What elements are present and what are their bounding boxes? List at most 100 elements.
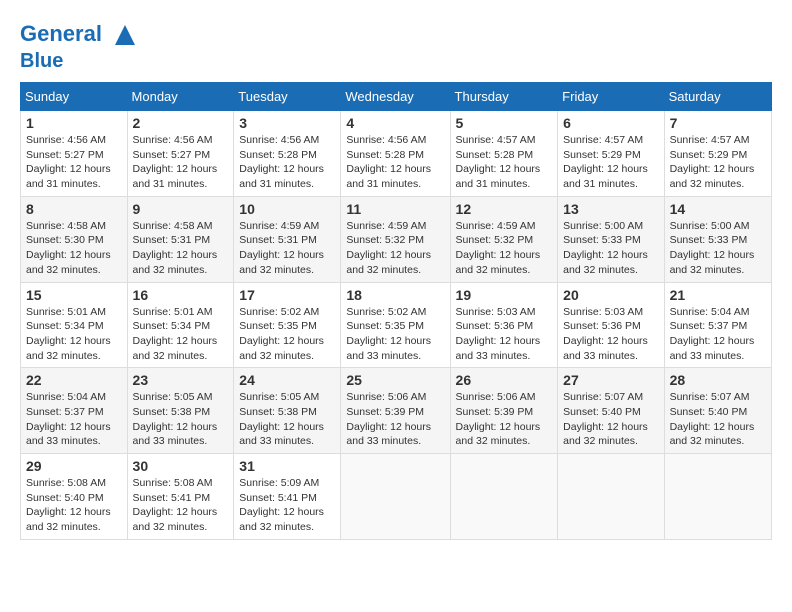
day-number: 24 (239, 372, 335, 388)
day-number: 3 (239, 115, 335, 131)
day-info: Sunrise: 5:07 AM Sunset: 5:40 PM Dayligh… (563, 390, 658, 449)
weekday-header-monday: Monday (127, 83, 234, 111)
calendar-cell: 23 Sunrise: 5:05 AM Sunset: 5:38 PM Dayli… (127, 368, 234, 454)
day-number: 5 (456, 115, 553, 131)
day-info: Sunrise: 5:09 AM Sunset: 5:41 PM Dayligh… (239, 476, 335, 535)
calendar-week-4: 22 Sunrise: 5:04 AM Sunset: 5:37 PM Dayli… (21, 368, 772, 454)
calendar-week-1: 1 Sunrise: 4:56 AM Sunset: 5:27 PM Daylig… (21, 111, 772, 197)
day-info: Sunrise: 4:57 AM Sunset: 5:29 PM Dayligh… (563, 133, 658, 192)
day-number: 4 (346, 115, 444, 131)
day-info: Sunrise: 5:01 AM Sunset: 5:34 PM Dayligh… (133, 305, 229, 364)
calendar-cell: 18 Sunrise: 5:02 AM Sunset: 5:35 PM Dayli… (341, 282, 450, 368)
calendar-cell: 24 Sunrise: 5:05 AM Sunset: 5:38 PM Dayli… (234, 368, 341, 454)
calendar-week-3: 15Sunrise: 5:01 AM Sunset: 5:34 PM Dayli… (21, 282, 772, 368)
day-info: Sunrise: 5:00 AM Sunset: 5:33 PM Dayligh… (670, 219, 766, 278)
logo-text: General (20, 20, 140, 50)
weekday-header-sunday: Sunday (21, 83, 128, 111)
calendar-cell: 19Sunrise: 5:03 AM Sunset: 5:36 PM Dayli… (450, 282, 558, 368)
calendar-cell (341, 454, 450, 540)
day-number: 8 (26, 201, 122, 217)
day-info: Sunrise: 4:56 AM Sunset: 5:27 PM Dayligh… (26, 133, 122, 192)
day-number: 23 (133, 372, 229, 388)
day-number: 28 (670, 372, 766, 388)
calendar-cell: 30Sunrise: 5:08 AM Sunset: 5:41 PM Dayli… (127, 454, 234, 540)
calendar-table: SundayMondayTuesdayWednesdayThursdayFrid… (20, 82, 772, 540)
calendar-cell: 15Sunrise: 5:01 AM Sunset: 5:34 PM Dayli… (21, 282, 128, 368)
weekday-header-wednesday: Wednesday (341, 83, 450, 111)
day-info: Sunrise: 5:05 AM Sunset: 5:38 PM Dayligh… (239, 390, 335, 449)
calendar-cell: 4 Sunrise: 4:56 AM Sunset: 5:28 PM Daylig… (341, 111, 450, 197)
calendar-cell: 29Sunrise: 5:08 AM Sunset: 5:40 PM Dayli… (21, 454, 128, 540)
calendar-cell: 8 Sunrise: 4:58 AM Sunset: 5:30 PM Daylig… (21, 196, 128, 282)
day-number: 29 (26, 458, 122, 474)
day-number: 18 (346, 287, 444, 303)
calendar-cell: 28 Sunrise: 5:07 AM Sunset: 5:40 PM Dayli… (664, 368, 771, 454)
weekday-row: SundayMondayTuesdayWednesdayThursdayFrid… (21, 83, 772, 111)
day-number: 25 (346, 372, 444, 388)
logo-general: General (20, 21, 102, 46)
calendar-cell: 13 Sunrise: 5:00 AM Sunset: 5:33 PM Dayli… (558, 196, 664, 282)
day-number: 31 (239, 458, 335, 474)
day-number: 6 (563, 115, 658, 131)
calendar-cell: 1 Sunrise: 4:56 AM Sunset: 5:27 PM Daylig… (21, 111, 128, 197)
calendar-cell (558, 454, 664, 540)
day-info: Sunrise: 5:00 AM Sunset: 5:33 PM Dayligh… (563, 219, 658, 278)
calendar-cell: 12Sunrise: 4:59 AM Sunset: 5:32 PM Dayli… (450, 196, 558, 282)
day-info: Sunrise: 4:58 AM Sunset: 5:31 PM Dayligh… (133, 219, 229, 278)
calendar-cell: 11Sunrise: 4:59 AM Sunset: 5:32 PM Dayli… (341, 196, 450, 282)
day-info: Sunrise: 4:59 AM Sunset: 5:31 PM Dayligh… (239, 219, 335, 278)
calendar-cell: 14 Sunrise: 5:00 AM Sunset: 5:33 PM Dayli… (664, 196, 771, 282)
weekday-header-thursday: Thursday (450, 83, 558, 111)
day-number: 19 (456, 287, 553, 303)
calendar-cell: 25Sunrise: 5:06 AM Sunset: 5:39 PM Dayli… (341, 368, 450, 454)
day-info: Sunrise: 4:56 AM Sunset: 5:28 PM Dayligh… (239, 133, 335, 192)
day-number: 10 (239, 201, 335, 217)
day-info: Sunrise: 5:04 AM Sunset: 5:37 PM Dayligh… (26, 390, 122, 449)
calendar-week-2: 8 Sunrise: 4:58 AM Sunset: 5:30 PM Daylig… (21, 196, 772, 282)
day-number: 26 (456, 372, 553, 388)
day-number: 22 (26, 372, 122, 388)
calendar-cell: 5 Sunrise: 4:57 AM Sunset: 5:28 PM Daylig… (450, 111, 558, 197)
day-number: 11 (346, 201, 444, 217)
day-info: Sunrise: 5:05 AM Sunset: 5:38 PM Dayligh… (133, 390, 229, 449)
day-number: 27 (563, 372, 658, 388)
day-info: Sunrise: 4:58 AM Sunset: 5:30 PM Dayligh… (26, 219, 122, 278)
calendar-cell: 26Sunrise: 5:06 AM Sunset: 5:39 PM Dayli… (450, 368, 558, 454)
logo-blue: Blue (20, 50, 140, 72)
calendar-cell: 22 Sunrise: 5:04 AM Sunset: 5:37 PM Dayli… (21, 368, 128, 454)
day-number: 1 (26, 115, 122, 131)
day-number: 2 (133, 115, 229, 131)
calendar-cell: 31 Sunrise: 5:09 AM Sunset: 5:41 PM Dayli… (234, 454, 341, 540)
day-info: Sunrise: 5:01 AM Sunset: 5:34 PM Dayligh… (26, 305, 122, 364)
day-number: 30 (133, 458, 229, 474)
day-info: Sunrise: 5:07 AM Sunset: 5:40 PM Dayligh… (670, 390, 766, 449)
day-number: 9 (133, 201, 229, 217)
calendar-body: 1 Sunrise: 4:56 AM Sunset: 5:27 PM Daylig… (21, 111, 772, 540)
calendar-cell: 16Sunrise: 5:01 AM Sunset: 5:34 PM Dayli… (127, 282, 234, 368)
calendar-cell: 6 Sunrise: 4:57 AM Sunset: 5:29 PM Daylig… (558, 111, 664, 197)
day-info: Sunrise: 5:03 AM Sunset: 5:36 PM Dayligh… (563, 305, 658, 364)
day-number: 14 (670, 201, 766, 217)
day-number: 20 (563, 287, 658, 303)
day-info: Sunrise: 5:02 AM Sunset: 5:35 PM Dayligh… (346, 305, 444, 364)
calendar-cell: 17Sunrise: 5:02 AM Sunset: 5:35 PM Dayli… (234, 282, 341, 368)
calendar-cell (450, 454, 558, 540)
calendar-cell: 27 Sunrise: 5:07 AM Sunset: 5:40 PM Dayli… (558, 368, 664, 454)
calendar-cell: 9 Sunrise: 4:58 AM Sunset: 5:31 PM Daylig… (127, 196, 234, 282)
calendar-cell: 21 Sunrise: 5:04 AM Sunset: 5:37 PM Dayli… (664, 282, 771, 368)
calendar-cell (664, 454, 771, 540)
page-header: General Blue (20, 20, 772, 72)
calendar-cell: 7 Sunrise: 4:57 AM Sunset: 5:29 PM Daylig… (664, 111, 771, 197)
day-number: 13 (563, 201, 658, 217)
calendar-cell: 20 Sunrise: 5:03 AM Sunset: 5:36 PM Dayli… (558, 282, 664, 368)
day-info: Sunrise: 5:04 AM Sunset: 5:37 PM Dayligh… (670, 305, 766, 364)
day-info: Sunrise: 5:02 AM Sunset: 5:35 PM Dayligh… (239, 305, 335, 364)
day-number: 21 (670, 287, 766, 303)
weekday-header-friday: Friday (558, 83, 664, 111)
day-info: Sunrise: 4:57 AM Sunset: 5:28 PM Dayligh… (456, 133, 553, 192)
calendar-cell: 10 Sunrise: 4:59 AM Sunset: 5:31 PM Dayli… (234, 196, 341, 282)
day-number: 7 (670, 115, 766, 131)
day-info: Sunrise: 4:56 AM Sunset: 5:28 PM Dayligh… (346, 133, 444, 192)
day-info: Sunrise: 4:57 AM Sunset: 5:29 PM Dayligh… (670, 133, 766, 192)
weekday-header-saturday: Saturday (664, 83, 771, 111)
